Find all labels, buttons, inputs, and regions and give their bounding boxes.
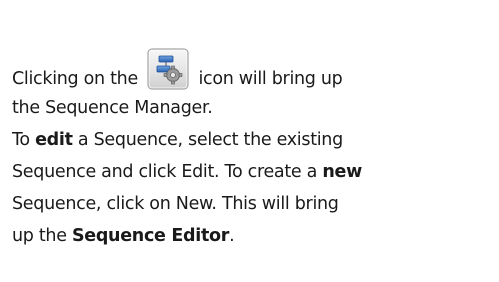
text-sequence-and-click-edit: Sequence and click Edit. To create a — [12, 162, 323, 182]
bold-new: new — [322, 162, 362, 182]
line-1: Clicking on the icon will bring up — [12, 48, 499, 92]
line-2: the Sequence Manager. — [12, 92, 499, 124]
bold-edit: edit — [35, 130, 73, 150]
text-up-the: up the — [12, 226, 72, 246]
line-6: up the Sequence Editor. — [12, 220, 499, 252]
line-5: Sequence, click on New. This will bring — [12, 188, 499, 220]
text-to: To — [12, 130, 36, 150]
text-a-sequence-select: a Sequence, select the existing — [72, 130, 343, 150]
line-4: Sequence and click Edit. To create a new — [12, 156, 499, 188]
text-icon-will-bring-up: icon will bring up — [198, 69, 343, 89]
text-sequence-manager: the Sequence Manager. — [12, 98, 213, 118]
line-3: To edit a Sequence, select the existing — [12, 124, 499, 156]
bold-sequence-editor: Sequence Editor — [71, 226, 230, 246]
sequence-manager-icon — [147, 48, 189, 90]
text-sequence-click-on-new: Sequence, click on New. This will bring — [12, 194, 339, 214]
text-clicking-on-the: Clicking on the — [12, 69, 138, 89]
instruction-paragraph: Clicking on the icon will bring up the S… — [12, 48, 499, 252]
text-period: . — [229, 226, 235, 246]
